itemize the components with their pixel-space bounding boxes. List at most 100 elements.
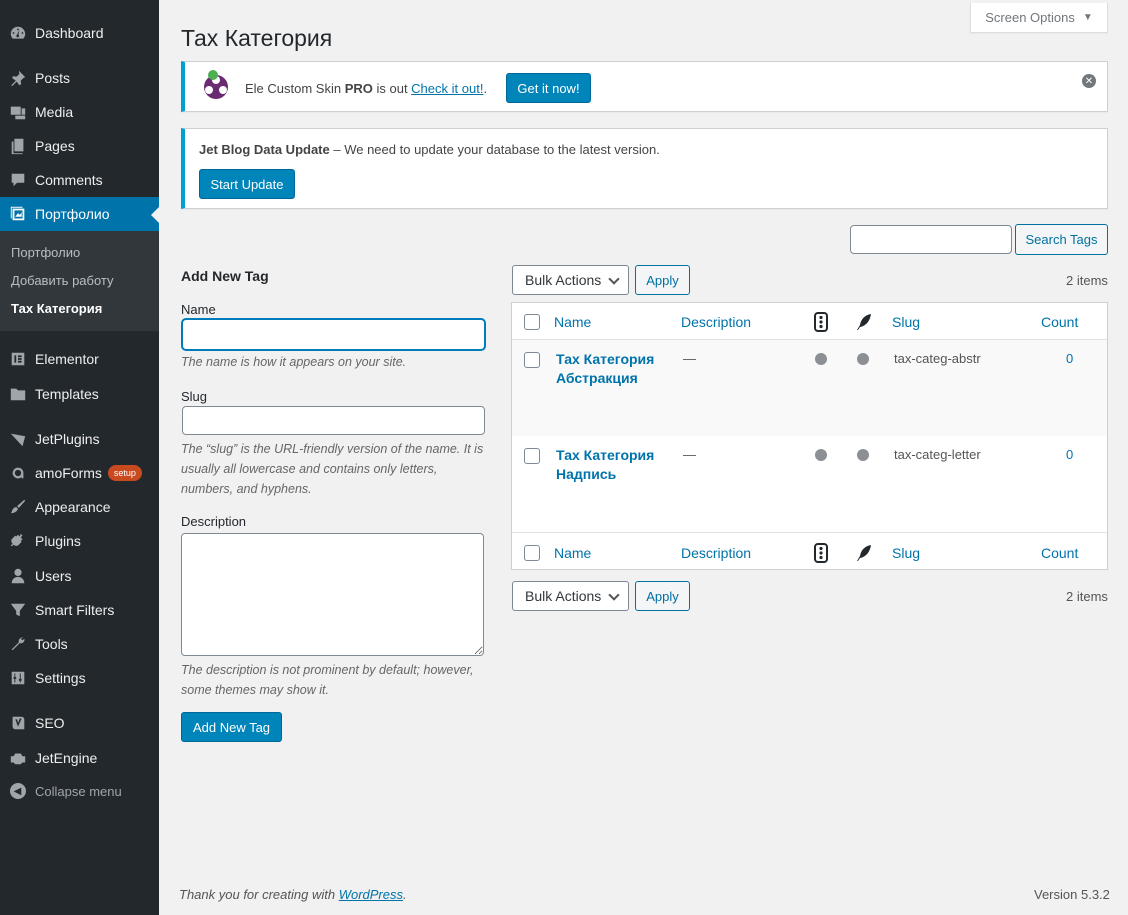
item-count-bottom: 2 items <box>1066 589 1108 604</box>
tag-slug: tax-categ-abstr <box>894 351 981 366</box>
footer-thanks: Thank you for creating with WordPress. <box>179 887 407 902</box>
jetplugins-icon <box>0 430 35 448</box>
select-all-checkbox-bottom[interactable] <box>524 545 540 561</box>
collapse-arrow-icon: ◀ <box>9 783 26 799</box>
column-name-bottom[interactable]: Name <box>554 545 591 561</box>
wordpress-link[interactable]: WordPress <box>339 887 403 902</box>
sidebar-item-users[interactable]: Users <box>0 559 159 593</box>
settings-icon <box>0 669 35 687</box>
start-update-button[interactable]: Start Update <box>199 169 295 199</box>
jetengine-icon <box>0 749 35 767</box>
apply-button-top[interactable]: Apply <box>635 265 690 295</box>
seo-score-icon <box>814 543 828 563</box>
search-tags-button[interactable]: Search Tags <box>1015 224 1108 255</box>
check-it-out-link[interactable]: Check it out! <box>411 81 483 96</box>
readability-icon <box>857 314 871 330</box>
footer-version: Version 5.3.2 <box>1034 887 1110 902</box>
bulk-actions-select-top[interactable]: Bulk Actions <box>512 265 629 295</box>
sidebar-item-templates[interactable]: Templates <box>0 377 159 411</box>
seo-score-icon <box>814 312 828 332</box>
brush-icon <box>0 498 35 516</box>
sidebar-item-pages[interactable]: Pages <box>0 129 159 163</box>
tag-description-textarea[interactable] <box>181 533 484 656</box>
slug-help: The “slug” is the URL-friendly version o… <box>181 442 484 496</box>
sidebar-item-seo[interactable]: SEO <box>0 706 159 740</box>
search-tags-input[interactable] <box>850 225 1012 254</box>
chevron-down-icon <box>608 273 620 285</box>
tag-count-link[interactable]: 0 <box>1066 447 1073 462</box>
user-icon <box>0 567 35 585</box>
tag-name-link[interactable]: Тах Категория Надпись <box>556 446 676 484</box>
readability-status-dot <box>857 353 869 365</box>
sidebar-item-tools[interactable]: Tools <box>0 627 159 661</box>
dashboard-icon <box>0 24 35 42</box>
comment-icon <box>0 171 35 189</box>
tag-count-link[interactable]: 0 <box>1066 351 1073 366</box>
portfolio-icon <box>0 205 35 223</box>
table-footer: Name Description Slug Count <box>512 532 1107 569</box>
screen-options-button[interactable]: Screen Options ▼ <box>970 3 1108 33</box>
add-new-tag-button[interactable]: Add New Tag <box>181 712 282 742</box>
sidebar-item-portfolio[interactable]: Портфолио <box>0 197 159 231</box>
column-count-bottom[interactable]: Count <box>1041 545 1078 561</box>
dismiss-notice-icon[interactable]: ✕ <box>1082 74 1096 88</box>
tag-slug-input[interactable] <box>182 406 485 435</box>
submenu-tax-category[interactable]: Тах Категория <box>11 301 102 316</box>
sidebar-item-smart-filters[interactable]: Smart Filters <box>0 593 159 627</box>
folder-icon <box>0 385 35 403</box>
description-help: The description is not prominent by defa… <box>181 663 474 697</box>
description-label: Description <box>181 514 247 529</box>
collapse-menu-button[interactable]: ◀ Collapse menu <box>0 778 159 804</box>
tag-description: — <box>683 447 696 462</box>
sidebar-item-settings[interactable]: Settings <box>0 661 159 695</box>
media-icon <box>0 103 35 121</box>
table-row: Тах Категория Надпись — tax-categ-letter… <box>512 436 1107 532</box>
sidebar-item-plugins[interactable]: Plugins <box>0 524 159 558</box>
sidebar-item-appearance[interactable]: Appearance <box>0 490 159 524</box>
jet-blog-notice-text: Jet Blog Data Update – We need to update… <box>199 142 660 157</box>
caret-down-icon: ▼ <box>1082 12 1093 23</box>
sidebar-item-jetplugins[interactable]: JetPlugins <box>0 422 159 456</box>
add-new-tag-heading: Add New Tag <box>181 268 269 284</box>
tag-name-input[interactable] <box>182 319 485 350</box>
plug-icon <box>0 532 35 550</box>
select-all-checkbox[interactable] <box>524 314 540 330</box>
column-name[interactable]: Name <box>554 314 591 330</box>
amoforms-icon <box>0 464 35 482</box>
pages-icon <box>0 137 35 155</box>
readability-icon <box>857 545 871 561</box>
sidebar-item-comments[interactable]: Comments <box>0 163 159 197</box>
bulk-actions-select-bottom[interactable]: Bulk Actions <box>512 581 629 611</box>
sidebar-item-posts[interactable]: Posts <box>0 61 159 95</box>
ecs-logo-icon <box>204 70 228 99</box>
row-checkbox[interactable] <box>524 448 540 464</box>
chevron-down-icon <box>608 589 620 601</box>
item-count-top: 2 items <box>1066 273 1108 288</box>
filter-icon <box>0 601 35 619</box>
pin-icon <box>0 69 35 87</box>
admin-sidebar: Dashboard Posts Media Pages Comments Пор… <box>0 0 159 915</box>
column-slug[interactable]: Slug <box>892 314 920 330</box>
portfolio-submenu: Портфолио Добавить работу Тах Категория <box>0 231 159 331</box>
sidebar-item-media[interactable]: Media <box>0 95 159 129</box>
tag-description: — <box>683 351 696 366</box>
sidebar-item-amoforms[interactable]: amoForms setup <box>0 456 159 490</box>
column-description[interactable]: Description <box>681 314 751 330</box>
column-count[interactable]: Count <box>1041 314 1078 330</box>
tag-slug: tax-categ-letter <box>894 447 981 462</box>
tag-name-link[interactable]: Тах Категория Абстракция <box>556 350 676 388</box>
page-title: Тах Категория <box>181 25 333 51</box>
submenu-add-work[interactable]: Добавить работу <box>11 273 114 288</box>
row-checkbox[interactable] <box>524 352 540 368</box>
yoast-icon <box>0 714 35 732</box>
get-it-now-button[interactable]: Get it now! <box>506 73 591 103</box>
submenu-portfolio[interactable]: Портфолио <box>11 245 80 260</box>
sidebar-item-elementor[interactable]: Elementor <box>0 342 159 376</box>
apply-button-bottom[interactable]: Apply <box>635 581 690 611</box>
readability-status-dot <box>857 449 869 461</box>
column-slug-bottom[interactable]: Slug <box>892 545 920 561</box>
setup-badge: setup <box>107 465 142 481</box>
column-description-bottom[interactable]: Description <box>681 545 751 561</box>
sidebar-item-dashboard[interactable]: Dashboard <box>0 16 159 50</box>
sidebar-item-jetengine[interactable]: JetEngine <box>0 741 159 775</box>
